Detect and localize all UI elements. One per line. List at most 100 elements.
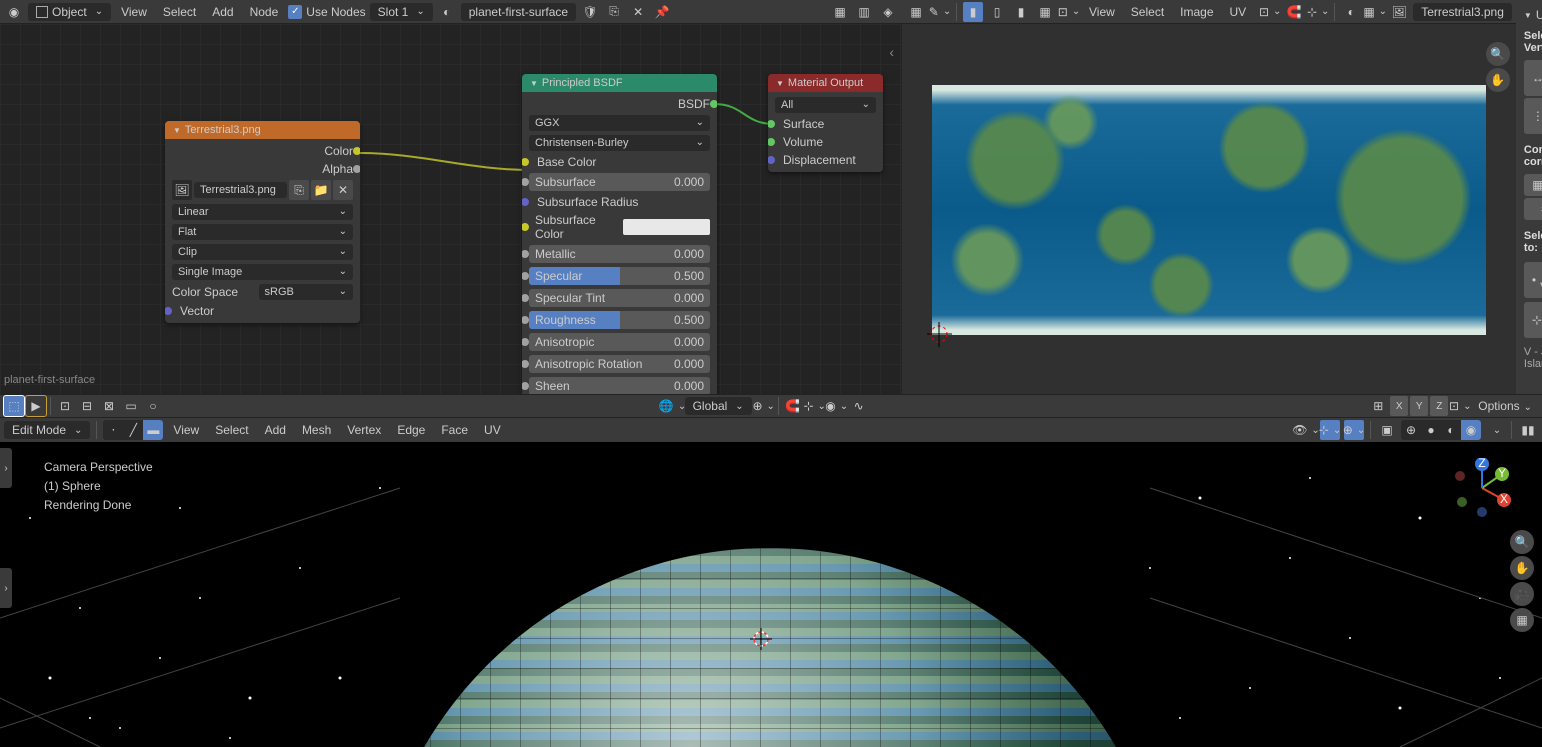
shade-wire-icon[interactable]: ⊕ <box>1401 420 1421 440</box>
shield-icon[interactable]: 🛡 <box>580 2 600 22</box>
xray-icon[interactable]: ▣ <box>1377 420 1397 440</box>
toolbar-expand-icon[interactable]: › <box>0 448 12 488</box>
vp-menu-mesh[interactable]: Mesh <box>296 421 337 439</box>
interp-dropdown[interactable]: Linear <box>172 204 353 220</box>
3d-viewport[interactable]: Edit Mode ⋅ ╱ ▬ View Select Add Mesh Ver… <box>0 418 1542 747</box>
snap-toggle-icon[interactable]: 🧲 <box>783 396 803 416</box>
param-anisotropic[interactable]: Anisotropic0.000 <box>529 333 710 351</box>
material-name-field[interactable]: planet-first-surface <box>461 3 576 21</box>
collapse-arrow-icon[interactable]: ‹ <box>889 44 894 60</box>
menu-view[interactable]: View <box>115 3 153 21</box>
select-tool-icon[interactable]: ▶ <box>26 396 46 416</box>
snap-closest-button[interactable]: ⊹Snap to Closest Unselected <box>1524 302 1542 338</box>
grid-by-shape-button[interactable]: ▦To Grid By Shape <box>1524 174 1542 196</box>
square-grid-button[interactable]: #To Square Grid <box>1524 198 1542 220</box>
uv-sync-icon[interactable]: ▮ <box>963 2 983 22</box>
uv-mode-icon[interactable]: ✎ <box>930 2 950 22</box>
object-mode-dropdown[interactable]: Object <box>28 3 111 21</box>
open-icon[interactable]: 📁 <box>311 180 331 200</box>
zoom-icon[interactable]: 🔍 <box>1510 530 1534 554</box>
sel-mode-vert-icon[interactable]: ⋅ <box>103 420 123 440</box>
vp-menu-vertex[interactable]: Vertex <box>341 421 387 439</box>
extension-dropdown[interactable]: Clip <box>172 244 353 260</box>
slot-dropdown[interactable]: Slot 1 <box>370 3 433 21</box>
shade-solid-icon[interactable]: ● <box>1421 420 1441 440</box>
sel-none-icon[interactable]: ⊠ <box>99 396 119 416</box>
menu-select[interactable]: Select <box>157 3 202 21</box>
nav-gizmo[interactable]: X Y Z <box>1452 458 1512 518</box>
sel-box-icon[interactable]: ▭ <box>121 396 141 416</box>
gizmo-toggle-icon[interactable]: ⊹ <box>1320 420 1340 440</box>
uv-squares-title[interactable]: UV Squares <box>1536 8 1542 22</box>
sss-method-dropdown[interactable]: Christensen-Burley <box>529 135 710 151</box>
uv-sticky-icon[interactable]: ⊡ <box>1059 2 1079 22</box>
node-bsdf-header[interactable]: Principled BSDF <box>522 74 717 92</box>
visibility-icon[interactable]: 👁 <box>1296 420 1316 440</box>
prop-edit-icon[interactable]: ◉ <box>827 396 847 416</box>
axis-x-button[interactable]: X <box>1390 396 1408 416</box>
param-specular[interactable]: Specular0.500 <box>529 267 710 285</box>
uv-image-name-field[interactable]: Terrestrial3.png <box>1413 3 1512 21</box>
pivot-icon[interactable]: ⊕ <box>754 396 774 416</box>
source-dropdown[interactable]: Single Image <box>172 264 353 280</box>
target-dropdown[interactable]: All <box>775 97 876 113</box>
live-unwrap-icon[interactable]: ⊡ <box>1450 396 1470 416</box>
snap-mode-icon[interactable]: ⊹ <box>805 396 825 416</box>
uv-menu-image[interactable]: Image <box>1174 3 1219 21</box>
pause-icon[interactable]: ▮▮ <box>1518 420 1538 440</box>
vp-menu-view[interactable]: View <box>167 421 205 439</box>
uv-sel-face-icon[interactable]: ▦ <box>1035 2 1055 22</box>
pin-icon[interactable]: 📌 <box>652 2 672 22</box>
node-editor-canvas[interactable]: Terrestrial3.png Color Alpha 🖼 Terrestri… <box>0 24 902 394</box>
uv-pan-icon[interactable]: ✋ <box>1486 68 1510 92</box>
param-roughness[interactable]: Roughness0.500 <box>529 311 710 329</box>
sidebar-expand-icon[interactable]: › <box>0 568 12 608</box>
uv-image-icon[interactable]: 🖼 <box>1389 2 1409 22</box>
sel-invert-icon[interactable]: ⊟ <box>77 396 97 416</box>
uv-snap-icon[interactable]: 🧲 <box>1284 2 1304 22</box>
uv-display-icon[interactable]: ◐ <box>1341 2 1361 22</box>
rip-vertex-button[interactable]: •Rip Vertex <box>1524 262 1542 298</box>
mode-dropdown[interactable]: Edit Mode <box>4 421 90 439</box>
options-dropdown[interactable]: Options <box>1472 397 1538 415</box>
uv-image-display[interactable] <box>932 85 1486 335</box>
backdrop-icon[interactable]: ▥ <box>854 2 874 22</box>
use-nodes-checkbox[interactable]: ✓ <box>288 5 302 19</box>
orientation-dropdown[interactable]: Global <box>685 397 752 415</box>
snap-distance-button[interactable]: ⋮Snap with Equal Distance <box>1524 98 1542 134</box>
projection-dropdown[interactable]: Flat <box>172 224 353 240</box>
uv-sel-edge-icon[interactable]: ▮ <box>1011 2 1031 22</box>
pan-icon[interactable]: ✋ <box>1510 556 1534 580</box>
close-icon[interactable]: ✕ <box>628 2 648 22</box>
snap-axis-button[interactable]: ↔Snap to Axis (X or Y) <box>1524 60 1542 96</box>
shade-matprev-icon[interactable]: ◐ <box>1441 420 1461 440</box>
sel-mode-edge-icon[interactable]: ╱ <box>123 420 143 440</box>
vp-menu-uv[interactable]: UV <box>478 421 507 439</box>
node-tex-header[interactable]: Terrestrial3.png <box>165 121 360 139</box>
cursor-tool-icon[interactable]: ⬚ <box>4 396 24 416</box>
image-name-field[interactable]: Terrestrial3.png <box>194 182 287 198</box>
uv-sel-vert-icon[interactable]: ▯ <box>987 2 1007 22</box>
sel-all-icon[interactable]: ⊡ <box>55 396 75 416</box>
vp-menu-add[interactable]: Add <box>259 421 292 439</box>
param-specular-tint[interactable]: Specular Tint0.000 <box>529 289 710 307</box>
uv-snap-mode-icon[interactable]: ⊹ <box>1308 2 1328 22</box>
mesh-filter-icon[interactable]: ⊞ <box>1368 396 1388 416</box>
users-icon[interactable]: ⎘ <box>289 180 309 200</box>
subsurface-color-swatch[interactable] <box>623 219 711 235</box>
snap-icon[interactable]: ◈ <box>878 2 898 22</box>
shade-render-icon[interactable]: ◉ <box>1461 420 1481 440</box>
material-icon[interactable]: ◐ <box>437 2 457 22</box>
overlay-icon[interactable]: ▦ <box>830 2 850 22</box>
node-output-header[interactable]: Material Output <box>768 74 883 92</box>
editor-type-icon[interactable]: ◉ <box>4 2 24 22</box>
shading-options-icon[interactable] <box>1485 420 1505 440</box>
uv-editor-type-icon[interactable]: ▦ <box>906 2 926 22</box>
node-material-output[interactable]: Material Output All Surface Volume Displ… <box>768 74 883 172</box>
param-sheen[interactable]: Sheen0.000 <box>529 377 710 394</box>
axis-z-button[interactable]: Z <box>1430 396 1448 416</box>
vp-menu-select[interactable]: Select <box>209 421 254 439</box>
uv-menu-select[interactable]: Select <box>1125 3 1170 21</box>
colorspace-dropdown[interactable]: sRGB <box>259 284 354 300</box>
node-principled-bsdf[interactable]: Principled BSDF BSDF GGX Christensen-Bur… <box>522 74 717 394</box>
